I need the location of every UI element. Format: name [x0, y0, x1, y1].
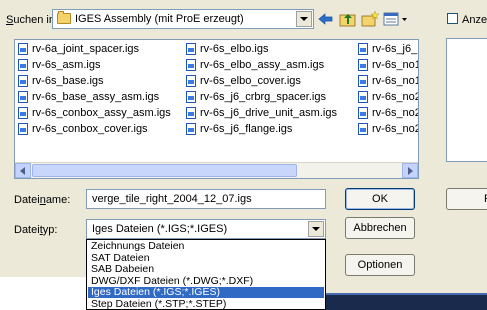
cancel-button[interactable]: Abbrechen	[345, 217, 415, 239]
filename-input[interactable]: verge_tile_right_2004_12_07.igs	[86, 189, 326, 209]
file-name: rv-6s_elbo.igs	[200, 43, 269, 55]
file-icon	[18, 107, 28, 119]
folder-icon	[57, 11, 71, 24]
horizontal-scrollbar[interactable]	[15, 162, 418, 178]
file-name: rv-6s_no1	[372, 75, 419, 87]
file-icon	[186, 91, 196, 103]
up-folder-button[interactable]	[338, 10, 358, 28]
file-name: rv-6s_j6_crbrg_spacer.igs	[200, 91, 326, 103]
look-in-label: Suchen in:	[6, 14, 58, 26]
chevron-down-icon[interactable]	[296, 11, 312, 27]
preview-pane	[446, 38, 487, 162]
file-name: rv-6s_base.igs	[32, 75, 104, 87]
filename-label: Dateiname:	[14, 194, 71, 206]
file-name: rv-6s_no2	[372, 123, 419, 135]
chevron-down-icon[interactable]	[308, 221, 324, 237]
file-icon	[18, 75, 28, 87]
filetype-option[interactable]: Iges Dateien (*.IGS;*.IGES)	[88, 287, 324, 298]
back-arrow-icon	[318, 13, 333, 25]
views-menu-icon	[383, 12, 407, 26]
up-folder-icon	[339, 14, 356, 27]
file-icon	[186, 43, 196, 55]
file-name: rv-6s_base_assy_asm.igs	[32, 91, 160, 103]
file-icon	[18, 91, 28, 103]
filetype-option[interactable]: Step Dateien (*.STP;*.STEP)	[88, 298, 324, 309]
file-icon	[358, 59, 368, 71]
preview-checkbox[interactable]	[447, 13, 458, 24]
filetype-option[interactable]: SAB Dabeien	[88, 264, 324, 275]
look-in-value: IGES Assembly (mit ProE erzeugt)	[75, 13, 244, 25]
file-icon	[358, 43, 368, 55]
file-icon	[186, 107, 196, 119]
file-name: rv-6s_elbo_assy_asm.igs	[200, 59, 325, 71]
file-icon	[186, 75, 196, 87]
file-name: rv-6a_joint_spacer.igs	[32, 43, 140, 55]
file-name: rv-6s_no2	[372, 91, 419, 103]
file-name: rv-6s_asm.igs	[32, 59, 101, 71]
file-icon	[18, 59, 28, 71]
options-button[interactable]: Optionen	[345, 254, 415, 276]
new-folder-button[interactable]	[360, 10, 380, 28]
file-icon	[186, 59, 196, 71]
scrollbar-thumb[interactable]	[32, 164, 297, 177]
file-icon	[358, 107, 368, 119]
file-icon	[186, 123, 196, 135]
filetype-label: Dateityp:	[14, 224, 58, 236]
filetype-option[interactable]: SAT Dateien	[88, 252, 324, 264]
file-icon	[358, 123, 368, 135]
file-icon	[18, 43, 28, 55]
file-name: rv-6s_no1	[372, 59, 419, 71]
file-name: rv-6s_j6_flange.igs	[200, 123, 293, 135]
file-name: rv-6s_conbox_cover.igs	[32, 123, 148, 135]
look-in-combobox[interactable]: IGES Assembly (mit ProE erzeugt)	[52, 9, 314, 29]
file-icon	[18, 123, 28, 135]
file-name: rv-6s_elbo_cover.igs	[200, 75, 301, 87]
back-button[interactable]	[316, 10, 336, 28]
background-panel	[0, 277, 86, 310]
filetype-dropdown-list[interactable]: Zeichnungs Dateien SAT Dateien SAB Dabeien…	[86, 239, 326, 310]
filetype-option[interactable]: Zeichnungs Dateien	[88, 241, 324, 252]
file-list[interactable]: rv-6a_joint_spacer.igs rv-6s_asm.igs rv-6s…	[14, 39, 419, 179]
scroll-left-icon[interactable]	[15, 163, 31, 178]
file-name: rv-6s_conbox_assy_asm.igs	[32, 107, 171, 119]
file-icon	[358, 91, 368, 103]
filetype-value: Iges Dateien (*.IGS;*.IGES)	[92, 223, 228, 235]
right-pane-button[interactable]: F	[446, 188, 487, 210]
filetype-option[interactable]: DWG/DXF Dateien (*.DWG;*.DXF)	[88, 275, 324, 287]
new-folder-icon	[361, 10, 380, 27]
scroll-right-icon[interactable]	[402, 163, 418, 178]
preview-label: Anze	[462, 14, 487, 26]
file-name: rv-6s_j6_drive_unit_asm.igs	[200, 107, 337, 119]
views-menu-button[interactable]	[382, 10, 410, 28]
file-icon	[358, 75, 368, 87]
filetype-select[interactable]: Iges Dateien (*.IGS;*.IGES)	[86, 219, 326, 239]
ok-button[interactable]: OK	[345, 188, 415, 210]
file-name: rv-6s_no2	[372, 107, 419, 119]
file-name: rv-6s_j6_	[372, 43, 418, 55]
